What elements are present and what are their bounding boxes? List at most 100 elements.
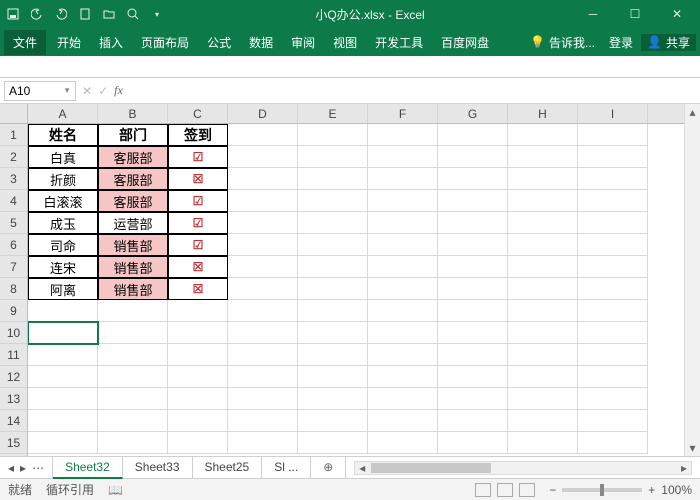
- cell[interactable]: 折颜: [28, 168, 98, 190]
- cell[interactable]: [298, 278, 368, 300]
- cell[interactable]: [28, 366, 98, 388]
- cell[interactable]: ☒: [168, 256, 228, 278]
- cell[interactable]: [168, 366, 228, 388]
- tab-审阅[interactable]: 审阅: [282, 30, 324, 55]
- qat-more-icon[interactable]: ▾: [150, 7, 164, 21]
- horizontal-scrollbar[interactable]: ◂▸: [354, 461, 692, 475]
- cell[interactable]: [508, 212, 578, 234]
- cell[interactable]: [298, 432, 368, 454]
- zoom-thumb[interactable]: [600, 484, 604, 496]
- cell[interactable]: [28, 410, 98, 432]
- cell[interactable]: [368, 124, 438, 146]
- cell[interactable]: [98, 388, 168, 410]
- cell[interactable]: ☑: [168, 190, 228, 212]
- sheet-tab[interactable]: Sheet25: [193, 457, 263, 479]
- row-header[interactable]: 13: [0, 388, 27, 410]
- cell[interactable]: [298, 212, 368, 234]
- sheet-tab[interactable]: Sheet33: [123, 457, 193, 479]
- cell[interactable]: [438, 146, 508, 168]
- cell[interactable]: [508, 344, 578, 366]
- tab-页面布局[interactable]: 页面布局: [132, 30, 198, 55]
- row-header[interactable]: 14: [0, 410, 27, 432]
- cell[interactable]: [508, 432, 578, 454]
- row-header[interactable]: 1: [0, 124, 27, 146]
- row-header[interactable]: 3: [0, 168, 27, 190]
- cell[interactable]: [508, 256, 578, 278]
- cell[interactable]: [578, 234, 648, 256]
- cell[interactable]: [298, 366, 368, 388]
- select-all-corner[interactable]: [0, 104, 27, 124]
- cell[interactable]: [508, 168, 578, 190]
- cell[interactable]: 白滚滚: [28, 190, 98, 212]
- cell[interactable]: 运营部: [98, 212, 168, 234]
- tab-视图[interactable]: 视图: [324, 30, 366, 55]
- cell[interactable]: [298, 322, 368, 344]
- cell[interactable]: [98, 410, 168, 432]
- login-button[interactable]: 登录: [603, 34, 639, 51]
- cell[interactable]: [438, 388, 508, 410]
- cell[interactable]: [578, 410, 648, 432]
- cell[interactable]: [298, 410, 368, 432]
- cell[interactable]: [28, 432, 98, 454]
- cell[interactable]: ☒: [168, 168, 228, 190]
- page-layout-view-icon[interactable]: [497, 483, 513, 497]
- open-icon[interactable]: [102, 7, 116, 21]
- cell[interactable]: [578, 322, 648, 344]
- cell[interactable]: [578, 344, 648, 366]
- cell[interactable]: [438, 124, 508, 146]
- cell[interactable]: [368, 168, 438, 190]
- minimize-button[interactable]: ─: [576, 7, 610, 21]
- col-header[interactable]: H: [508, 104, 578, 123]
- cell[interactable]: [368, 146, 438, 168]
- maximize-button[interactable]: ☐: [618, 7, 652, 21]
- row-header[interactable]: 7: [0, 256, 27, 278]
- sheet-menu-icon[interactable]: ⋯: [32, 461, 44, 475]
- cell[interactable]: [168, 322, 228, 344]
- cell[interactable]: [168, 388, 228, 410]
- cell[interactable]: [508, 124, 578, 146]
- cell[interactable]: [298, 146, 368, 168]
- sheet-prev-icon[interactable]: ◂: [8, 461, 14, 475]
- cell[interactable]: [298, 256, 368, 278]
- cell[interactable]: [28, 388, 98, 410]
- tab-开发工具[interactable]: 开发工具: [366, 30, 432, 55]
- cell[interactable]: [98, 432, 168, 454]
- cell[interactable]: [438, 190, 508, 212]
- row-header[interactable]: 11: [0, 344, 27, 366]
- cell[interactable]: 销售部: [98, 234, 168, 256]
- tab-开始[interactable]: 开始: [48, 30, 90, 55]
- new-sheet-button[interactable]: ⊕: [311, 457, 346, 479]
- cell[interactable]: [298, 190, 368, 212]
- redo-icon[interactable]: [54, 7, 68, 21]
- cell[interactable]: 白真: [28, 146, 98, 168]
- zoom-slider[interactable]: [562, 488, 642, 492]
- cell[interactable]: [368, 410, 438, 432]
- cell[interactable]: 销售部: [98, 278, 168, 300]
- cell[interactable]: [28, 322, 98, 344]
- sheet-tab[interactable]: Sheet32: [53, 457, 123, 479]
- sheet-next-icon[interactable]: ▸: [20, 461, 26, 475]
- cell[interactable]: [298, 300, 368, 322]
- cell[interactable]: [508, 366, 578, 388]
- cell[interactable]: [508, 190, 578, 212]
- formula-input[interactable]: [129, 81, 696, 101]
- cell[interactable]: [438, 432, 508, 454]
- tab-百度网盘[interactable]: 百度网盘: [432, 30, 498, 55]
- share-button[interactable]: 👤共享: [641, 34, 696, 51]
- normal-view-icon[interactable]: [475, 483, 491, 497]
- cell[interactable]: ☑: [168, 146, 228, 168]
- cell[interactable]: [368, 432, 438, 454]
- cell[interactable]: [368, 278, 438, 300]
- cell[interactable]: ☑: [168, 234, 228, 256]
- cell[interactable]: [578, 278, 648, 300]
- col-header[interactable]: G: [438, 104, 508, 123]
- cell[interactable]: [508, 146, 578, 168]
- col-header[interactable]: D: [228, 104, 298, 123]
- cell[interactable]: [228, 124, 298, 146]
- cell[interactable]: [298, 344, 368, 366]
- cell[interactable]: [578, 256, 648, 278]
- cell[interactable]: ☑: [168, 212, 228, 234]
- cell[interactable]: [368, 388, 438, 410]
- tab-公式[interactable]: 公式: [198, 30, 240, 55]
- chevron-down-icon[interactable]: ▼: [63, 86, 71, 95]
